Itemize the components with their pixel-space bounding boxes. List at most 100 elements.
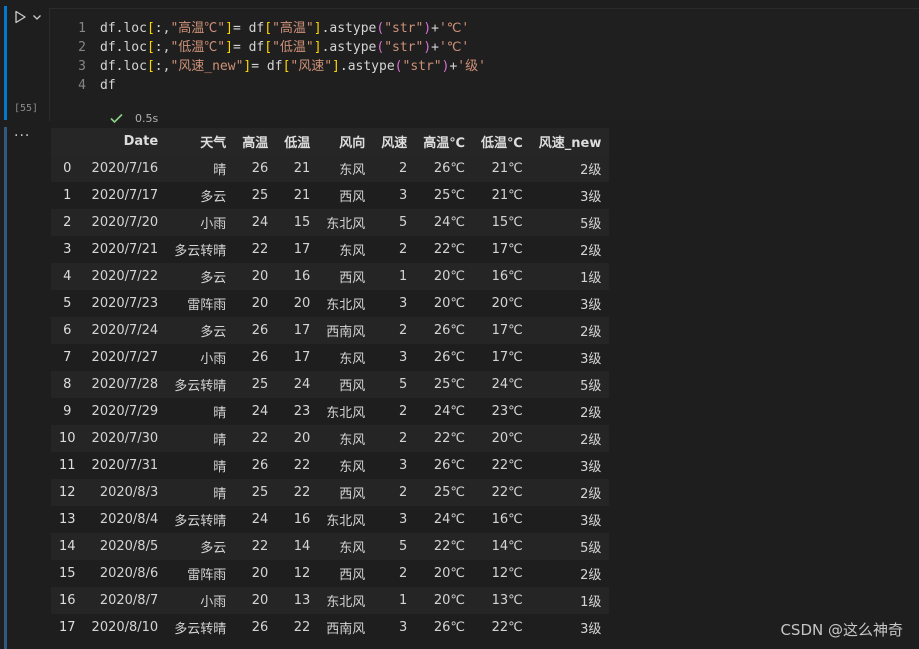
table-cell: 3级 bbox=[580, 352, 602, 367]
table-cell: 17 bbox=[293, 350, 311, 365]
table-cell: 2020/7/28 bbox=[91, 377, 159, 392]
row-index: 6 bbox=[63, 323, 72, 338]
table-row: 9 2020/7/29 晴 24 23 东北风 2 24℃ 23℃ 2级 bbox=[51, 398, 610, 425]
table-cell: 20 bbox=[293, 431, 311, 446]
table-cell: 3 bbox=[399, 458, 408, 473]
table-cell: 多云 bbox=[200, 541, 227, 556]
code-text: df bbox=[100, 76, 116, 95]
more-actions-icon[interactable]: ··· bbox=[14, 128, 30, 144]
table-cell: 1级 bbox=[580, 595, 602, 610]
line-number: 1 bbox=[78, 21, 86, 36]
table-cell: 14 bbox=[293, 539, 311, 554]
code-editor[interactable]: 1 df.loc[:,"高温℃"]= df["高温"].astype("str")… bbox=[49, 8, 919, 125]
table-cell: 2020/8/10 bbox=[91, 620, 159, 635]
table-cell: 2 bbox=[399, 485, 408, 500]
table-cell: 25 bbox=[251, 377, 269, 392]
code-cell[interactable]: [55] 1 df.loc[:,"高温℃"]= df["高温"].astype("… bbox=[0, 0, 919, 125]
table-cell: 26℃ bbox=[433, 323, 466, 338]
column-header: Date bbox=[123, 134, 159, 149]
table-cell: 多云 bbox=[200, 190, 227, 205]
code-token: "风速" bbox=[290, 59, 333, 74]
table-cell: 20 bbox=[251, 269, 269, 284]
table-row: 3 2020/7/21 多云转晴 22 17 东风 2 22℃ 17℃ 2级 bbox=[51, 236, 610, 263]
execution-count: [55] bbox=[14, 103, 39, 114]
execution-time: 0.5s bbox=[135, 112, 159, 125]
table-row: 15 2020/8/6 雷阵雨 20 12 西风 2 20℃ 12℃ 2级 bbox=[51, 560, 610, 587]
code-token: '℃' bbox=[438, 21, 470, 36]
table-cell: 25℃ bbox=[433, 188, 466, 203]
table-cell: 5 bbox=[399, 377, 408, 392]
row-index: 5 bbox=[63, 296, 72, 311]
table-cell: 17℃ bbox=[491, 242, 523, 257]
code-token: [ bbox=[146, 40, 155, 55]
notebook: [55] 1 df.loc[:,"高温℃"]= df["高温"].astype("… bbox=[0, 0, 919, 649]
table-cell: 14℃ bbox=[491, 539, 523, 554]
table-cell: 2级 bbox=[580, 433, 602, 448]
code-token: ( bbox=[376, 21, 385, 36]
table-cell: 2020/7/24 bbox=[91, 323, 159, 338]
table-cell: 多云 bbox=[200, 325, 227, 340]
column-header: 高温℃ bbox=[423, 136, 466, 151]
code-token: [ bbox=[264, 21, 273, 36]
table-cell: 2020/7/20 bbox=[91, 215, 159, 230]
table-cell: 15℃ bbox=[491, 215, 523, 230]
table-cell: 24 bbox=[251, 512, 269, 527]
table-cell: 25 bbox=[251, 485, 269, 500]
table-cell: 24 bbox=[251, 404, 269, 419]
table-cell: 3 bbox=[399, 296, 408, 311]
code-token: ] bbox=[313, 40, 322, 55]
table-cell: 东北风 bbox=[326, 298, 366, 313]
table-row: 11 2020/7/31 晴 26 22 东风 3 26℃ 22℃ 3级 bbox=[51, 452, 610, 479]
table-cell: 16 bbox=[293, 512, 311, 527]
table-cell: 15 bbox=[293, 215, 311, 230]
code-text: df.loc[:,"高温℃"]= df["高温"].astype("str")+… bbox=[100, 19, 469, 38]
code-token: "str" bbox=[384, 40, 424, 55]
row-index: 17 bbox=[59, 620, 76, 635]
table-cell: 2020/7/31 bbox=[91, 458, 159, 473]
line-number: 3 bbox=[78, 59, 86, 74]
table-cell: 24℃ bbox=[433, 215, 466, 230]
table-cell: 2 bbox=[399, 566, 408, 581]
table-cell: 24 bbox=[251, 215, 269, 230]
table-cell: 20℃ bbox=[433, 269, 466, 284]
table-cell: 23 bbox=[293, 404, 311, 419]
table-cell: 22 bbox=[293, 485, 311, 500]
code-token: "低温℃" bbox=[170, 40, 226, 55]
code-token: "高温" bbox=[272, 21, 314, 36]
code-token: ( bbox=[376, 40, 385, 55]
row-index: 0 bbox=[63, 161, 72, 176]
table-body: 0 2020/7/16 晴 26 21 东风 2 26℃ 21℃ 2级 1 2020/7/17 多云 25… bbox=[51, 155, 610, 641]
table-row: 1 2020/7/17 多云 25 21 西风 3 25℃ 21℃ 3级 bbox=[51, 182, 610, 209]
table-cell: 25℃ bbox=[433, 485, 466, 500]
table-cell: 1 bbox=[399, 269, 408, 284]
table-row: 10 2020/7/30 晴 22 20 东风 2 22℃ 20℃ 2级 bbox=[51, 425, 610, 452]
table-cell: 26 bbox=[251, 350, 269, 365]
table-row: 7 2020/7/27 小雨 26 17 东风 3 26℃ 17℃ 3级 bbox=[51, 344, 610, 371]
table-row: 17 2020/8/10 多云转晴 26 22 西南风 3 26℃ 22℃ 3级 bbox=[51, 614, 610, 641]
table-cell: 12℃ bbox=[491, 566, 523, 581]
table-cell: 5 bbox=[399, 539, 408, 554]
table-cell: 16℃ bbox=[491, 512, 523, 527]
chevron-down-icon[interactable] bbox=[31, 11, 43, 23]
table-cell: 26℃ bbox=[433, 458, 466, 473]
table-cell: 2020/7/27 bbox=[91, 350, 159, 365]
table-cell: 晴 bbox=[213, 163, 227, 178]
run-cell-icon[interactable] bbox=[12, 8, 28, 26]
table-cell: 西风 bbox=[339, 271, 366, 286]
table-cell: 3 bbox=[399, 350, 408, 365]
row-index: 14 bbox=[59, 539, 76, 554]
code-token: df.loc bbox=[100, 59, 147, 74]
table-cell: 20 bbox=[251, 296, 269, 311]
table-cell: 东风 bbox=[339, 433, 366, 448]
code-token: "低温" bbox=[272, 40, 314, 55]
column-header: 风速_new bbox=[538, 136, 602, 151]
table-cell: 西风 bbox=[339, 379, 366, 394]
table-cell: 雷阵雨 bbox=[187, 568, 227, 583]
table-cell: 西风 bbox=[339, 568, 366, 583]
table-cell: 24℃ bbox=[433, 512, 466, 527]
dataframe-table: Date 天气 高温 低温 风向 风速 高温℃ 低温℃ 风速_new 0 2020/7/16 晴 26… bbox=[51, 128, 610, 641]
table-cell: 20 bbox=[293, 296, 311, 311]
table-cell: 25 bbox=[251, 188, 269, 203]
table-cell: 2020/7/22 bbox=[91, 269, 159, 284]
table-cell: 13℃ bbox=[491, 593, 523, 608]
